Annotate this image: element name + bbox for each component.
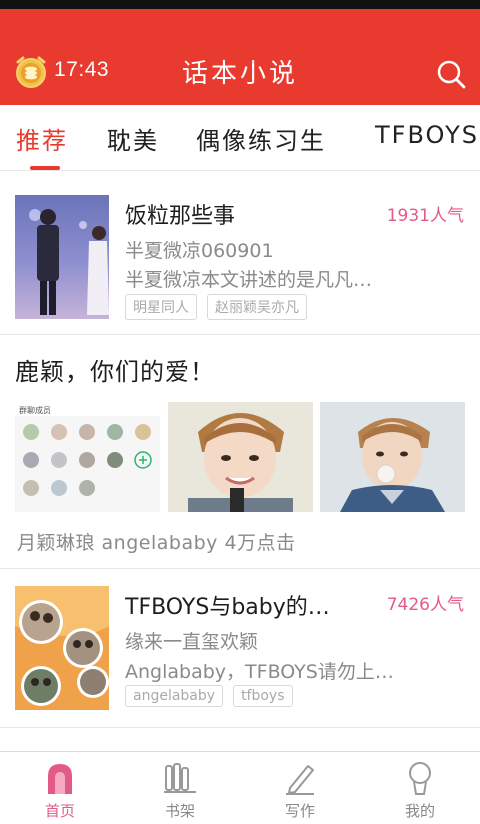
post-meta: 月颖琳琅 angelababy 4万点击	[17, 532, 296, 554]
tag-chip[interactable]: 明星同人	[125, 294, 197, 320]
post-title: 鹿颖，你们的爱！	[15, 358, 215, 386]
book-description: 半夏微凉本文讲述的是凡凡…	[125, 269, 373, 291]
tag-chip[interactable]: 赵丽颖吴亦凡	[207, 294, 307, 320]
category-tabs: 推荐 耽美 偶像练习生 TFBOYS	[0, 105, 480, 171]
pencil-icon	[286, 765, 314, 795]
nav-label: 我的	[404, 802, 435, 820]
popularity-count: 1931人气	[386, 206, 464, 226]
tag-chip[interactable]: tfboys	[233, 685, 293, 707]
book-cover	[15, 586, 109, 710]
divider	[0, 727, 480, 728]
tab-danmei[interactable]: 耽美	[107, 121, 159, 156]
tab-idol-trainee[interactable]: 偶像练习生	[196, 121, 326, 156]
group-members-header: 群聊成员	[19, 405, 51, 415]
status-bar	[0, 0, 480, 9]
nav-label: 书架	[164, 802, 195, 820]
recommendation-feed: 饭粒那些事 1931人气 半夏微凉060901 半夏微凉本文讲述的是凡凡… 明星…	[0, 176, 480, 750]
book-description: Anglababy，TFBOYS请勿上…	[125, 661, 394, 683]
book-cover	[15, 195, 109, 319]
post-image: 群聊成员	[15, 402, 160, 512]
post-image	[168, 402, 313, 512]
nav-mine[interactable]: 我的	[360, 752, 480, 824]
tag-list: 明星同人 赵丽颖吴亦凡	[125, 294, 307, 320]
home-icon	[48, 764, 72, 794]
tag-chip[interactable]: angelababy	[125, 685, 224, 707]
book-card[interactable]: TFBOYS与baby的… 7426人气 缘来一直玺欢颖 Anglababy，T…	[0, 569, 480, 727]
book-title: 饭粒那些事	[125, 204, 236, 229]
tab-tfboys[interactable]: TFBOYS	[375, 121, 479, 149]
post-card[interactable]: 鹿颖，你们的爱！ 群聊成员 月颖琳琅 angelababy 4万点击	[0, 336, 480, 568]
app-bar: 17:43 话本小说	[0, 9, 480, 105]
nav-write[interactable]: 写作	[240, 752, 360, 824]
app-title: 话本小说	[181, 59, 298, 89]
search-icon[interactable]	[436, 59, 466, 89]
tab-recommended[interactable]: 推荐	[16, 121, 68, 156]
popularity-count: 7426人气	[386, 595, 464, 615]
bottom-navigation: 首页 书架 写作 我的	[0, 751, 480, 824]
nav-bookshelf[interactable]: 书架	[120, 752, 240, 824]
post-image	[320, 402, 465, 512]
nav-label: 写作	[284, 802, 315, 820]
nav-label: 首页	[44, 802, 75, 820]
active-tab-indicator	[30, 166, 60, 170]
divider	[0, 334, 480, 335]
nav-home[interactable]: 首页	[0, 752, 120, 824]
user-icon	[409, 762, 431, 795]
bookshelf-icon	[164, 763, 196, 793]
book-author: 缘来一直玺欢颖	[125, 631, 259, 653]
book-title: TFBOYS与baby的…	[125, 595, 330, 620]
book-card[interactable]: 饭粒那些事 1931人气 半夏微凉060901 半夏微凉本文讲述的是凡凡… 明星…	[0, 176, 480, 334]
book-author: 半夏微凉060901	[125, 240, 274, 262]
tag-list: angelababy tfboys	[125, 685, 293, 707]
